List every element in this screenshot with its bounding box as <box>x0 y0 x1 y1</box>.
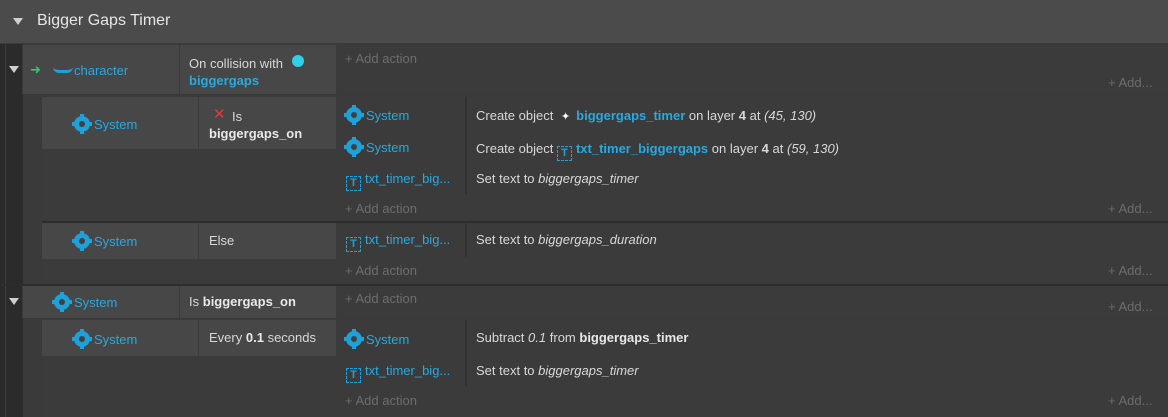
condition-cell[interactable]: On collision with biggergaps <box>180 45 336 94</box>
add-action-link[interactable]: + Add action <box>345 201 417 216</box>
condition-text: Every 0.1 seconds <box>209 330 316 345</box>
add-event-link[interactable]: + Add... <box>1108 393 1152 408</box>
text-object-icon: T <box>346 237 361 252</box>
system-object[interactable]: System <box>72 329 137 349</box>
condition-text: Is <box>232 109 243 124</box>
add-action-link[interactable]: + Add action <box>345 263 417 278</box>
text-object-icon: T <box>346 368 361 383</box>
collapse-triangle-icon[interactable] <box>9 66 19 73</box>
gear-icon <box>344 329 364 349</box>
condition-text: On collision with <box>189 56 283 71</box>
gear-icon <box>52 292 72 312</box>
object-name[interactable]: character <box>74 63 128 78</box>
inverted-condition-icon: ✕ <box>213 106 226 123</box>
action-object[interactable]: Ttxt_timer_big... <box>346 232 450 252</box>
event-object-cell[interactable]: System <box>42 320 198 356</box>
condition-target[interactable]: biggergaps <box>189 73 259 88</box>
action-object[interactable]: System <box>344 329 409 349</box>
action-text[interactable]: Set text to biggergaps_timer <box>476 363 639 378</box>
event-object-cell[interactable]: System <box>42 97 198 149</box>
system-object[interactable]: System <box>72 231 137 251</box>
gear-icon <box>344 137 364 157</box>
group-title: Bigger Gaps Timer <box>37 12 171 29</box>
collapse-triangle-icon[interactable] <box>13 18 23 25</box>
text-object-icon: T <box>346 176 361 191</box>
gear-icon <box>72 329 92 349</box>
character-sprite-icon <box>53 61 73 73</box>
gear-icon <box>344 105 364 125</box>
gear-icon <box>72 114 92 134</box>
system-object[interactable]: System <box>52 292 117 312</box>
event-object-cell[interactable]: System <box>42 223 198 259</box>
add-action-link[interactable]: + Add action <box>345 51 417 66</box>
condition-cell[interactable]: Every 0.1 seconds <box>199 320 336 356</box>
action-text[interactable]: Subtract 0.1 from biggergaps_timer <box>476 330 688 345</box>
system-object[interactable]: System <box>72 114 137 134</box>
trigger-arrow-icon: ➜ <box>30 62 41 77</box>
action-text[interactable]: Set text to biggergaps_duration <box>476 232 657 247</box>
condition-cell[interactable]: Is biggergaps_on <box>180 286 336 318</box>
add-action-link[interactable]: + Add action <box>345 393 417 408</box>
condition-cell[interactable]: Else <box>199 223 336 259</box>
event-object-cell[interactable]: ➜ character <box>23 45 179 94</box>
action-object[interactable]: Ttxt_timer_big... <box>346 363 450 383</box>
action-object[interactable]: System <box>344 105 409 125</box>
add-event-link[interactable]: + Add... <box>1108 263 1152 278</box>
add-action-link[interactable]: + Add action <box>345 291 417 306</box>
condition-text: Else <box>209 233 235 248</box>
event-object-cell[interactable]: System <box>23 286 179 318</box>
add-event-link[interactable]: + Add... <box>1108 201 1152 216</box>
condition-cell[interactable]: ✕ Is biggergaps_on <box>199 97 336 149</box>
event-group-header[interactable]: Bigger Gaps Timer <box>0 0 1168 44</box>
action-text[interactable]: Set text to biggergaps_timer <box>476 171 639 186</box>
action-object[interactable]: Ttxt_timer_big... <box>346 171 450 191</box>
gear-icon <box>72 231 92 251</box>
action-text[interactable]: Create object ✦ biggergaps_timer on layer… <box>476 108 816 123</box>
condition-variable: biggergaps_on <box>209 126 303 141</box>
add-event-link[interactable]: + Add... <box>1108 75 1152 90</box>
condition-text: Is biggergaps_on <box>189 294 296 309</box>
text-object-icon: T <box>556 146 572 161</box>
add-event-link[interactable]: + Add... <box>1108 299 1152 314</box>
sprite-icon: ✦ <box>560 111 571 123</box>
collapse-triangle-icon[interactable] <box>9 298 19 305</box>
biggergaps-sprite-icon <box>292 55 304 67</box>
action-text[interactable]: Create object Ttxt_timer_biggergaps on l… <box>476 141 839 161</box>
action-object[interactable]: System <box>344 137 409 157</box>
